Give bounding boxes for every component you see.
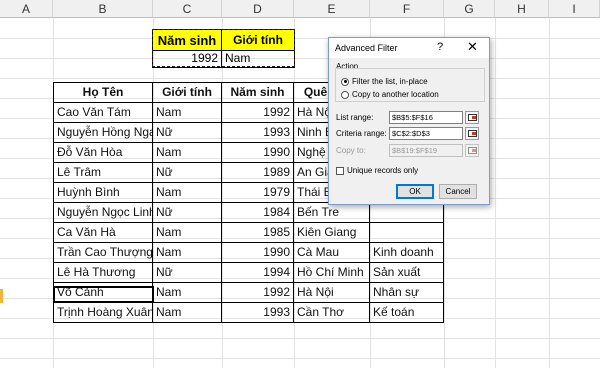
table-cell[interactable]: 1984 xyxy=(222,203,294,223)
gridline xyxy=(0,38,600,39)
table-cell[interactable]: Nguyễn Ngọc Linh xyxy=(53,203,153,223)
close-icon[interactable]: ✕ xyxy=(467,39,478,55)
gridline xyxy=(0,338,600,339)
table-cell[interactable]: 1990 xyxy=(222,143,294,163)
table-cell[interactable]: Hà Nội xyxy=(294,283,370,303)
table-cell[interactable]: Nam xyxy=(153,223,222,243)
radio-filter-in-place[interactable]: Filter the list, in-place xyxy=(341,77,428,86)
radio-unselected-icon xyxy=(341,90,349,99)
active-cell[interactable] xyxy=(53,286,154,303)
column-header-e[interactable]: E xyxy=(294,0,370,18)
advanced-filter-dialog: Advanced Filter ? ✕ Action Filter the li… xyxy=(328,37,490,205)
spreadsheet[interactable]: A B C D E F G H I Năm sinh Giới tính 199… xyxy=(0,0,600,368)
table-cell[interactable]: Kế toán xyxy=(370,303,444,323)
table-cell[interactable]: 1979 xyxy=(222,183,294,203)
gridline xyxy=(549,18,550,368)
table-cell[interactable] xyxy=(370,223,444,243)
dialog-titlebar[interactable]: Advanced Filter ? ✕ xyxy=(329,38,489,58)
table-cell[interactable]: Trịnh Hoàng Xuân xyxy=(53,303,153,323)
gridline xyxy=(0,58,600,59)
table-header-cell[interactable]: Giới tính xyxy=(153,82,222,103)
table-cell[interactable]: Sản xuất xyxy=(370,263,444,283)
table-cell[interactable]: Bến Tre xyxy=(294,203,370,223)
table-cell[interactable]: Trần Cao Thượng xyxy=(53,243,153,263)
list-range-input[interactable]: $B$5:$F$16 xyxy=(389,111,463,124)
table-cell[interactable]: Cao Văn Tám xyxy=(53,103,153,123)
table-cell[interactable]: Lê Trâm xyxy=(53,163,153,183)
table-header-cell[interactable]: Năm sinh xyxy=(222,82,294,103)
collapse-dialog-icon xyxy=(468,147,477,154)
criteria-range-collapse-button[interactable] xyxy=(465,127,479,140)
gridline xyxy=(0,78,600,79)
copy-to-input[interactable]: $B$19:$F$19 xyxy=(389,144,463,157)
table-cell[interactable]: Nguyễn Hồng Nga xyxy=(53,123,153,143)
table-cell[interactable]: Nam xyxy=(153,143,222,163)
table-cell[interactable]: 1990 xyxy=(222,243,294,263)
table-cell[interactable]: Nam xyxy=(153,303,222,323)
table-cell[interactable]: Nam xyxy=(153,183,222,203)
collapse-dialog-icon xyxy=(468,114,477,121)
copy-to-label: Copy to: xyxy=(336,146,366,155)
table-cell[interactable]: Huỳnh Bình xyxy=(53,183,153,203)
gridline xyxy=(495,18,496,368)
column-header-g[interactable]: G xyxy=(444,0,495,18)
table-header-cell[interactable]: Họ Tên xyxy=(53,82,153,103)
table-cell[interactable]: 1992 xyxy=(222,103,294,123)
table-cell[interactable]: 1992 xyxy=(222,283,294,303)
table-cell[interactable]: Hồ Chí Minh xyxy=(294,263,370,283)
column-header-a[interactable]: A xyxy=(0,0,53,18)
table-cell[interactable]: Nữ xyxy=(153,163,222,183)
criteria-header-year[interactable]: Năm sinh xyxy=(152,29,222,51)
ok-button[interactable]: OK xyxy=(396,184,434,199)
dialog-title: Advanced Filter xyxy=(335,43,398,53)
column-header-b[interactable]: B xyxy=(53,0,153,18)
table-cell[interactable]: Nhân sự xyxy=(370,283,444,303)
gridline xyxy=(0,358,600,359)
criteria-range-label: Criteria range: xyxy=(336,129,387,138)
column-header-c[interactable]: C xyxy=(153,0,222,18)
table-cell[interactable]: 1993 xyxy=(222,123,294,143)
cancel-button[interactable]: Cancel xyxy=(439,184,477,199)
table-cell[interactable]: Ca Văn Hà xyxy=(53,223,153,243)
criteria-header-gender[interactable]: Giới tính xyxy=(221,29,295,51)
table-cell[interactable]: Cần Thơ xyxy=(294,303,370,323)
radio-copy-to-location[interactable]: Copy to another location xyxy=(341,90,439,99)
column-header-d[interactable]: D xyxy=(222,0,294,18)
table-cell[interactable]: Nữ xyxy=(153,263,222,283)
criteria-value-year[interactable]: 1992 xyxy=(152,50,222,68)
table-cell[interactable]: Nữ xyxy=(153,123,222,143)
unique-records-checkbox[interactable]: Unique records only xyxy=(336,166,418,175)
column-header-h[interactable]: H xyxy=(495,0,549,18)
help-icon[interactable]: ? xyxy=(437,41,443,53)
table-cell[interactable]: Lê Hà Thương xyxy=(53,263,153,283)
table-cell[interactable]: Kinh doanh xyxy=(370,243,444,263)
table-cell[interactable]: Nam xyxy=(153,103,222,123)
copy-to-collapse-button[interactable] xyxy=(465,144,479,157)
radio-copy-label: Copy to another location xyxy=(352,90,439,99)
table-cell[interactable]: Nam xyxy=(153,243,222,263)
active-row-marker xyxy=(0,289,3,303)
table-cell[interactable]: 1989 xyxy=(222,163,294,183)
table-cell[interactable]: 1993 xyxy=(222,303,294,323)
radio-filter-label: Filter the list, in-place xyxy=(352,77,428,86)
table-cell[interactable]: Nam xyxy=(153,283,222,303)
table-cell[interactable]: 1994 xyxy=(222,263,294,283)
table-cell[interactable]: Cà Mau xyxy=(294,243,370,263)
criteria-value-gender[interactable]: Nam xyxy=(221,50,295,68)
checkbox-icon xyxy=(336,166,344,175)
radio-selected-icon xyxy=(341,77,349,86)
table-cell[interactable]: Nữ xyxy=(153,203,222,223)
table-cell[interactable]: Kiên Giang xyxy=(294,223,370,243)
list-range-label: List range: xyxy=(336,113,374,122)
column-header-f[interactable]: F xyxy=(370,0,444,18)
table-cell[interactable]: Đỗ Văn Hòa xyxy=(53,143,153,163)
list-range-collapse-button[interactable] xyxy=(465,111,479,124)
criteria-range-input[interactable]: $C$2:$D$3 xyxy=(389,127,463,140)
table-cell[interactable]: 1985 xyxy=(222,223,294,243)
unique-records-label: Unique records only xyxy=(347,166,419,175)
collapse-dialog-icon xyxy=(468,130,477,137)
column-header-i[interactable]: I xyxy=(549,0,600,18)
table-cell[interactable] xyxy=(370,203,444,223)
